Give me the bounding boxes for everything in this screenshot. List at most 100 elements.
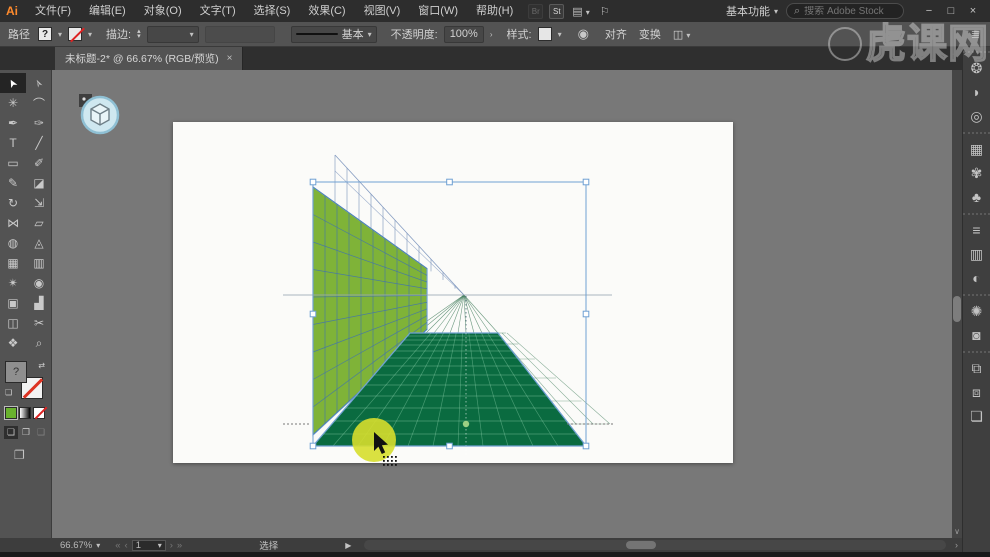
opacity-label[interactable]: 不透明度:	[391, 26, 438, 42]
curvature-tool[interactable]: ✑	[26, 113, 52, 133]
hand-tool[interactable]: ❖	[0, 333, 26, 353]
zoom-tool[interactable]: ⌕	[26, 333, 52, 353]
selection-handle[interactable]	[447, 443, 453, 449]
direct-selection-tool[interactable]: ➢	[26, 73, 52, 93]
style-swatch[interactable]	[538, 27, 552, 41]
menu-view[interactable]: 视图(V)	[355, 0, 410, 22]
status-flyout-icon[interactable]: ▶	[345, 541, 351, 550]
type-tool[interactable]: T	[0, 133, 26, 153]
fill-proxy[interactable]: ?	[5, 361, 27, 383]
chevron-down-icon[interactable]: ▾	[58, 30, 62, 39]
opacity-value[interactable]: 100%	[444, 26, 484, 43]
stroke-color-proxy[interactable]	[68, 27, 82, 41]
width-tool[interactable]: ⋈	[0, 213, 26, 233]
arrange-icon[interactable]: ◫ ▾	[673, 28, 690, 41]
layers-panel-icon[interactable]: ⧈	[963, 380, 990, 404]
perspective-grid-tool[interactable]: ◬	[26, 233, 52, 253]
workspace-switcher[interactable]: 基本功能 ▾	[726, 3, 778, 19]
libraries-panel-icon[interactable]: ◎	[963, 104, 990, 128]
stroke-panel-icon[interactable]: ≡	[963, 218, 990, 242]
next-artboard-icon[interactable]: ›	[170, 540, 173, 551]
selection-handle[interactable]	[583, 443, 589, 449]
color-guide-panel-icon[interactable]: ◗	[963, 80, 990, 104]
stroke-weight-label[interactable]: 描边:	[106, 26, 131, 42]
gradient-tool[interactable]: ▥	[26, 253, 52, 273]
vertical-scrollbar[interactable]: ∨	[952, 70, 962, 538]
appearance-panel-icon[interactable]: ✺	[963, 299, 990, 323]
menu-type[interactable]: 文字(T)	[191, 0, 245, 22]
selection-handle[interactable]	[447, 179, 453, 185]
symbols-panel-icon[interactable]: ♣	[963, 185, 990, 209]
scale-tool[interactable]: ⇲	[26, 193, 52, 213]
menu-file[interactable]: 文件(F)	[26, 0, 80, 22]
selection-handle[interactable]	[310, 443, 316, 449]
eyedropper-tool[interactable]: ✴	[0, 273, 26, 293]
last-artboard-icon[interactable]: »	[177, 540, 182, 551]
free-transform-tool[interactable]: ▱	[26, 213, 52, 233]
perspective-grid-widget[interactable]	[76, 91, 122, 137]
menu-effect[interactable]: 效果(C)	[299, 0, 354, 22]
vertical-scrollbar-thumb[interactable]	[953, 296, 961, 322]
document-tab[interactable]: 未标题-2* @ 66.67% (RGB/预览) ×	[55, 47, 243, 70]
slice-tool[interactable]: ✂	[26, 313, 52, 333]
canvas[interactable]	[52, 70, 952, 538]
selection-handle[interactable]	[583, 311, 589, 317]
align-button[interactable]: 对齐	[605, 26, 627, 42]
zoom-level-select[interactable]: 66.67% ▾	[60, 540, 100, 551]
none-button[interactable]	[33, 407, 45, 419]
opacity-more-button[interactable]: ›	[490, 30, 493, 39]
swatches-panel-icon[interactable]: ▦	[963, 137, 990, 161]
panel-menu-icon[interactable]: ≣	[971, 28, 982, 41]
style-label[interactable]: 样式:	[507, 26, 532, 42]
menu-window[interactable]: 窗口(W)	[409, 0, 467, 22]
stock-search[interactable]: ⌕	[786, 3, 904, 19]
lasso-tool[interactable]: ⌒	[26, 93, 52, 113]
magic-wand-tool[interactable]: ✳	[0, 93, 26, 113]
menu-object[interactable]: 对象(O)	[135, 0, 191, 22]
eraser-tool[interactable]: ◪	[26, 173, 52, 193]
minimize-button[interactable]: −	[918, 0, 940, 22]
paintbrush-tool[interactable]: ✐	[26, 153, 52, 173]
selection-tool[interactable]: ➤	[0, 73, 26, 93]
artwork-layer[interactable]	[52, 70, 952, 538]
bridge-icon[interactable]: Br	[528, 4, 543, 19]
rectangle-tool[interactable]: ▭	[0, 153, 26, 173]
brushes-panel-icon[interactable]: ✾	[963, 161, 990, 185]
stock-icon[interactable]: St	[549, 4, 564, 19]
prev-artboard-icon[interactable]: ‹	[125, 540, 128, 551]
export-panel-icon[interactable]: ⧉	[963, 356, 990, 380]
artboard-number-select[interactable]: 1 ▾	[132, 540, 166, 551]
menu-edit[interactable]: 编辑(E)	[80, 0, 135, 22]
artboards-panel-icon[interactable]: ❏	[963, 404, 990, 428]
column-graph-tool[interactable]: ▟	[26, 293, 52, 313]
share-icon[interactable]: ⚐	[598, 5, 612, 18]
stroke-weight-select[interactable]: ▾	[147, 26, 199, 43]
selection-handle[interactable]	[310, 179, 316, 185]
screen-mode-button[interactable]: ❐	[14, 448, 51, 462]
selection-handle[interactable]	[310, 311, 316, 317]
swap-fill-stroke-icon[interactable]: ⇄	[38, 361, 45, 370]
pen-tool[interactable]: ✒	[0, 113, 26, 133]
menu-help[interactable]: 帮助(H)	[467, 0, 522, 22]
selection-handle[interactable]	[583, 179, 589, 185]
draw-normal-mode[interactable]: ❏	[4, 426, 18, 439]
maximize-button[interactable]: □	[940, 0, 962, 22]
close-button[interactable]: ×	[962, 0, 984, 22]
symbol-sprayer-tool[interactable]: ▣	[0, 293, 26, 313]
draw-behind-mode[interactable]: ❐	[19, 426, 33, 439]
stroke-weight-stepper[interactable]: ▴▾	[137, 29, 141, 39]
scroll-down-icon[interactable]: ∨	[952, 527, 962, 536]
chevron-down-icon[interactable]: ▾	[88, 30, 92, 39]
first-artboard-icon[interactable]: «	[115, 540, 120, 551]
shaper-tool[interactable]: ✎	[0, 173, 26, 193]
line-segment-tool[interactable]: ╱	[26, 133, 52, 153]
horizontal-scrollbar-thumb[interactable]	[626, 541, 656, 549]
tab-close-icon[interactable]: ×	[227, 53, 233, 64]
brush-definition-select[interactable]: 基本 ▾	[291, 26, 377, 43]
mesh-tool[interactable]: ▦	[0, 253, 26, 273]
color-button[interactable]	[5, 407, 17, 419]
artboard-tool[interactable]: ◫	[0, 313, 26, 333]
color-panel-icon[interactable]: ❂	[963, 56, 990, 80]
fill-color-proxy[interactable]: ?	[38, 27, 52, 41]
shape-builder-tool[interactable]: ◍	[0, 233, 26, 253]
